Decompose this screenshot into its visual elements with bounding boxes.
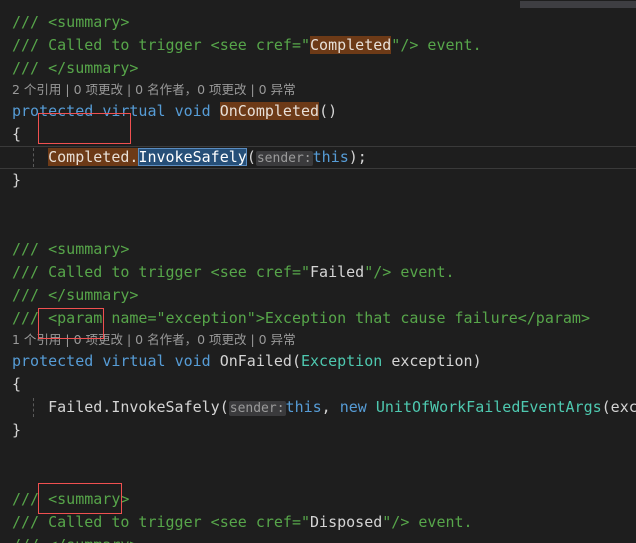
- open-paren: (: [246, 148, 256, 166]
- doc-cref-value: Disposed: [310, 513, 383, 531]
- open-brace: {: [0, 373, 636, 396]
- brace-glyph: }: [12, 421, 22, 439]
- param-tag: /// <param name="exception">Exception th…: [12, 309, 590, 327]
- summary-open-tag: /// <summary>: [12, 240, 130, 258]
- codelens-on-completed[interactable]: 2 个引用 | 0 项更改 | 0 名作者，0 项更改 | 0 异常: [0, 80, 636, 100]
- method-signature-on-completed: protected virtual void OnCompleted(): [0, 100, 636, 123]
- comma: ,: [321, 398, 340, 416]
- keyword-this: this: [312, 148, 349, 166]
- code-editor[interactable]: /// <summary> /// Called to trigger <see…: [0, 0, 636, 543]
- close-brace: }: [0, 169, 636, 192]
- brace-glyph: {: [12, 125, 22, 143]
- method-name: OnFailed: [219, 352, 292, 370]
- inlay-hint-sender[interactable]: sender:: [255, 151, 313, 166]
- keyword-virtual: virtual: [102, 352, 166, 370]
- summary-close-tag: /// </summary>: [12, 59, 139, 77]
- type-unitofworkfailedeventargs: UnitOfWorkFailedEventArgs: [375, 398, 602, 416]
- rename-occurrence-target[interactable]: Failed.: [48, 398, 111, 416]
- method-signature-on-failed: protected virtual void OnFailed(Exceptio…: [0, 350, 636, 373]
- open-paren: (: [291, 352, 301, 370]
- open-paren: (: [219, 398, 229, 416]
- param-type: Exception: [301, 352, 383, 370]
- indent-guide: [33, 398, 35, 417]
- doc-desc-prefix: /// Called to trigger <see cref=": [12, 263, 311, 281]
- selected-method-invokesafely[interactable]: InvokeSafely: [138, 148, 247, 166]
- doc-comment-line: /// <summary>: [0, 238, 636, 261]
- on-failed-body[interactable]: Failed.InvokeSafely(sender:this, new Uni…: [0, 396, 636, 419]
- keyword-void: void: [174, 102, 211, 120]
- doc-comment-line: /// Called to trigger <see cref="Complet…: [0, 34, 636, 57]
- keyword-virtual: virtual: [102, 102, 166, 120]
- doc-comment-line: /// </summary>: [0, 57, 636, 80]
- doc-desc-suffix: "/> event.: [364, 263, 455, 281]
- current-line-on-completed-body[interactable]: Completed.InvokeSafely(sender:this);: [0, 146, 636, 169]
- rename-occurrence-method[interactable]: OnCompleted: [219, 102, 320, 120]
- method-invokesafely[interactable]: InvokeSafely: [111, 398, 219, 416]
- summary-open-tag: /// <summary>: [12, 490, 130, 508]
- keyword-protected: protected: [12, 352, 94, 370]
- doc-comment-line: /// </summary>: [0, 284, 636, 307]
- summary-close-tag: /// </summary>: [12, 286, 139, 304]
- keyword-void: void: [174, 352, 211, 370]
- inlay-hint-sender[interactable]: sender:: [228, 401, 286, 416]
- doc-cref-value: Failed: [310, 263, 365, 281]
- doc-desc-suffix: "/> event.: [382, 513, 473, 531]
- code-content[interactable]: /// <summary> /// Called to trigger <see…: [0, 11, 636, 543]
- keyword-protected: protected: [12, 102, 94, 120]
- doc-desc-prefix: /// Called to trigger <see cref=": [12, 513, 311, 531]
- param-name: exception: [391, 352, 473, 370]
- signature-params: (): [319, 102, 338, 120]
- close-paren: ): [472, 352, 482, 370]
- codelens-on-failed[interactable]: 1 个引用 | 0 项更改 | 0 名作者，0 项更改 | 0 异常: [0, 330, 636, 350]
- close-brace: }: [0, 419, 636, 442]
- doc-comment-line: /// <summary>: [0, 11, 636, 34]
- truncated-tail: (exce: [601, 398, 636, 416]
- doc-comment-line: /// <summary>: [0, 488, 636, 511]
- horizontal-scrollbar[interactable]: [0, 0, 636, 9]
- doc-comment-line: /// </summary>: [0, 534, 636, 543]
- close-paren-semicolon: );: [348, 148, 367, 166]
- doc-desc-prefix: /// Called to trigger <see cref=": [12, 36, 311, 54]
- doc-param-line: /// <param name="exception">Exception th…: [0, 307, 636, 330]
- rename-occurrence-target[interactable]: Completed.: [48, 148, 139, 166]
- indent-guide: [33, 148, 35, 167]
- summary-close-tag: /// </summary>: [12, 536, 138, 543]
- horizontal-scrollbar-thumb[interactable]: [520, 1, 636, 8]
- doc-comment-line: /// Called to trigger <see cref="Failed"…: [0, 261, 636, 284]
- open-brace: {: [0, 123, 636, 146]
- brace-glyph: }: [12, 171, 22, 189]
- keyword-this: this: [285, 398, 322, 416]
- doc-desc-suffix: "/> event.: [391, 36, 482, 54]
- keyword-new: new: [339, 398, 367, 416]
- rename-occurrence[interactable]: Completed: [310, 36, 392, 54]
- doc-comment-line: /// Called to trigger <see cref="Dispose…: [0, 511, 636, 534]
- brace-glyph: {: [12, 375, 22, 393]
- summary-open-tag: /// <summary>: [12, 13, 130, 31]
